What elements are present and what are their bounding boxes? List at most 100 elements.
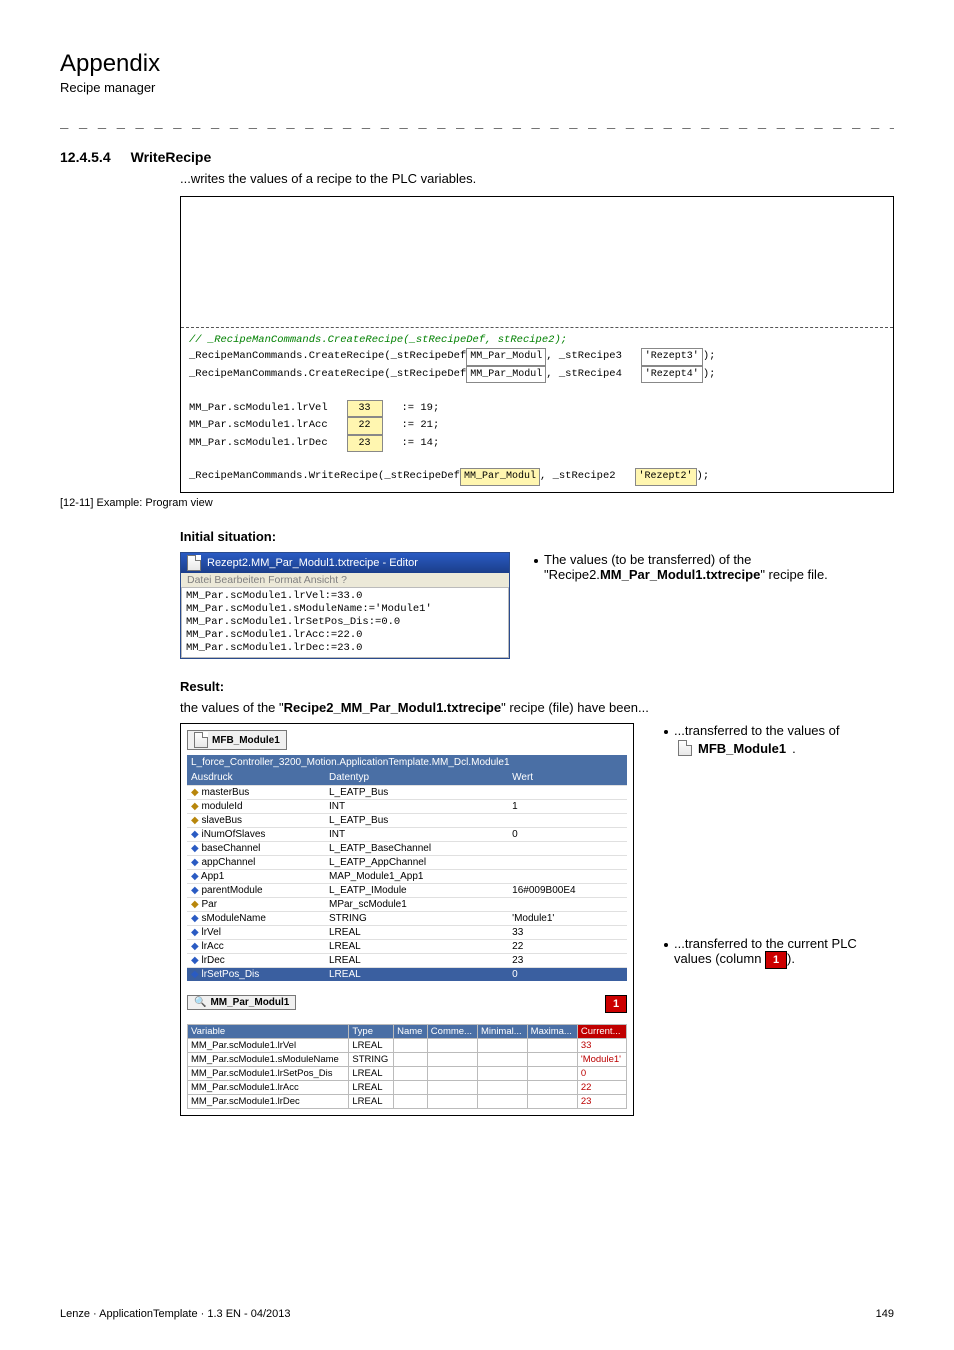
tree-cell-value: 16#009B00E4 bbox=[508, 884, 627, 898]
tree-cell-value: 'Module1' bbox=[508, 912, 627, 926]
diamond-blue-icon: ◆ bbox=[191, 941, 201, 952]
grid-cell: 33 bbox=[577, 1039, 626, 1053]
grid-cell: LREAL bbox=[349, 1039, 394, 1053]
panel-tab: MFB_Module1 bbox=[187, 730, 287, 750]
document-icon bbox=[678, 740, 692, 756]
grid-cell bbox=[478, 1081, 528, 1095]
tree-cell-name: ◆ slaveBus bbox=[187, 814, 325, 828]
grid-col-header: Comme... bbox=[427, 1025, 477, 1039]
grid-cell bbox=[427, 1081, 477, 1095]
tree-cell-type: LREAL bbox=[325, 940, 508, 954]
tree-cell-value bbox=[508, 786, 627, 800]
code-text: := 21; bbox=[401, 419, 439, 431]
grid-col-header: Variable bbox=[188, 1025, 349, 1039]
tree-cell-value: 1 bbox=[508, 800, 627, 814]
code-value: 23 bbox=[347, 435, 383, 453]
tree-row: ◆ slaveBusL_EATP_Bus bbox=[187, 814, 627, 828]
grid-cell bbox=[478, 1095, 528, 1109]
code-pill: MM_Par_Modul bbox=[466, 366, 546, 384]
tree-cell-value: 22 bbox=[508, 940, 627, 954]
diamond-blue-icon: ◆ bbox=[191, 969, 201, 980]
tree-cell-name: ◆ lrVel bbox=[187, 926, 325, 940]
grid-cell bbox=[478, 1053, 528, 1067]
tree-cell-name: ◆ appChannel bbox=[187, 856, 325, 870]
tree-path: L_force_Controller_3200_Motion.Applicati… bbox=[187, 755, 627, 770]
tree-cell-name: ◆ lrAcc bbox=[187, 940, 325, 954]
tree-row: ◆ lrDecLREAL23 bbox=[187, 954, 627, 968]
grid-cell: MM_Par.scModule1.lrSetPos_Dis bbox=[188, 1067, 349, 1081]
tree-cell-type: L_EATP_IModule bbox=[325, 884, 508, 898]
grid-tab-label: MM_Par_Modul1 bbox=[210, 997, 289, 1008]
tree-cell-type: MAP_Module1_App1 bbox=[325, 870, 508, 884]
tree-cell-value bbox=[508, 898, 627, 912]
grid-cell: MM_Par.scModule1.sModuleName bbox=[188, 1053, 349, 1067]
editor-window: Rezept2.MM_Par_Modul1.txtrecipe - Editor… bbox=[180, 552, 510, 660]
tree-col-header: Datentyp bbox=[325, 770, 508, 786]
grid-col-header: Minimal... bbox=[478, 1025, 528, 1039]
grid-cell: LREAL bbox=[349, 1081, 394, 1095]
tree-cell-value: 23 bbox=[508, 954, 627, 968]
tree-cell-type: LREAL bbox=[325, 954, 508, 968]
diamond-blue-icon: ◆ bbox=[191, 955, 201, 966]
section-title: WriteRecipe bbox=[131, 149, 212, 165]
grid-col-header: Type bbox=[349, 1025, 394, 1039]
grid-row: MM_Par.scModule1.sModuleNameSTRING'Modul… bbox=[188, 1053, 627, 1067]
tree-row: ◆ lrSetPos_DisLREAL0 bbox=[187, 968, 627, 982]
grid-cell bbox=[527, 1081, 577, 1095]
code-line: _RecipeManCommands.WriteRecipe(_stRecipe… bbox=[189, 470, 460, 482]
tree-cell-name: ◆ iNumOfSlaves bbox=[187, 828, 325, 842]
document-icon bbox=[194, 732, 208, 748]
diamond-gold-icon: ◆ bbox=[191, 899, 201, 910]
editor-content: MM_Par.scModule1.lrVel:=33.0 MM_Par.scMo… bbox=[181, 587, 509, 659]
document-icon bbox=[187, 555, 201, 571]
grid-cell bbox=[427, 1039, 477, 1053]
footer-left: Lenze · ApplicationTemplate · 1.3 EN - 0… bbox=[60, 1308, 291, 1320]
grid-col-header: Name bbox=[394, 1025, 428, 1039]
grid-cell bbox=[394, 1039, 428, 1053]
diamond-gold-icon: ◆ bbox=[191, 815, 201, 826]
grid-cell bbox=[394, 1095, 428, 1109]
bullet-item: ...transferred to the current PLC values… bbox=[664, 936, 894, 969]
bullet-text-bold: MM_Par_Modul1.txtrecipe bbox=[600, 567, 760, 582]
grid-row: MM_Par.scModule1.lrDecLREAL23 bbox=[188, 1095, 627, 1109]
code-block: // _RecipeManCommands.CreateRecipe(_stRe… bbox=[181, 327, 893, 492]
grid-cell bbox=[427, 1095, 477, 1109]
tree-col-header: Ausdruck bbox=[187, 770, 325, 786]
separator-dashes: _ _ _ _ _ _ _ _ _ _ _ _ _ _ _ _ _ _ _ _ … bbox=[60, 113, 894, 129]
tree-row: ◆ masterBusL_EATP_Bus bbox=[187, 786, 627, 800]
code-text: , _stRecipe2 bbox=[540, 470, 616, 482]
tree-cell-name: ◆ App1 bbox=[187, 870, 325, 884]
code-text: ); bbox=[703, 350, 716, 362]
code-pill: MM_Par_Modul bbox=[466, 348, 546, 366]
grid-cell bbox=[394, 1067, 428, 1081]
code-pill: 'Rezept4' bbox=[641, 366, 703, 384]
grid-cell: STRING bbox=[349, 1053, 394, 1067]
tree-cell-value bbox=[508, 856, 627, 870]
grid-cell bbox=[527, 1039, 577, 1053]
panel-frame: MFB_Module1 L_force_Controller_3200_Moti… bbox=[180, 723, 634, 1116]
code-line: MM_Par.scModule1.lrAcc bbox=[189, 419, 328, 431]
grid-cell bbox=[394, 1053, 428, 1067]
figure-program-view: // _RecipeManCommands.CreateRecipe(_stRe… bbox=[180, 196, 894, 493]
grid-cell: LREAL bbox=[349, 1067, 394, 1081]
grid-cell bbox=[427, 1067, 477, 1081]
tree-cell-type: L_EATP_AppChannel bbox=[325, 856, 508, 870]
grid-cell: MM_Par.scModule1.lrDec bbox=[188, 1095, 349, 1109]
grid-cell bbox=[527, 1053, 577, 1067]
code-pill-highlight: 'Rezept2' bbox=[635, 468, 697, 486]
tree-row: ◆ iNumOfSlavesINT0 bbox=[187, 828, 627, 842]
section-intro: ...writes the values of a recipe to the … bbox=[180, 171, 894, 186]
tree-cell-name: ◆ lrDec bbox=[187, 954, 325, 968]
tree-col-header: Wert bbox=[508, 770, 627, 786]
tree-cell-type: INT bbox=[325, 800, 508, 814]
tree-cell-name: ◆ Par bbox=[187, 898, 325, 912]
editor-menubar: Datei Bearbeiten Format Ansicht ? bbox=[181, 573, 509, 587]
tree-cell-type: L_EATP_Bus bbox=[325, 814, 508, 828]
editor-titlebar: Rezept2.MM_Par_Modul1.txtrecipe - Editor bbox=[181, 553, 509, 573]
tree-cell-name: ◆ lrSetPos_Dis bbox=[187, 968, 325, 982]
tree-cell-name: ◆ masterBus bbox=[187, 786, 325, 800]
magnifier-icon: 🔍 bbox=[194, 997, 206, 1008]
code-pill-highlight: MM_Par_Modul bbox=[460, 468, 540, 486]
code-value: 22 bbox=[347, 417, 383, 435]
grid-cell: 23 bbox=[577, 1095, 626, 1109]
